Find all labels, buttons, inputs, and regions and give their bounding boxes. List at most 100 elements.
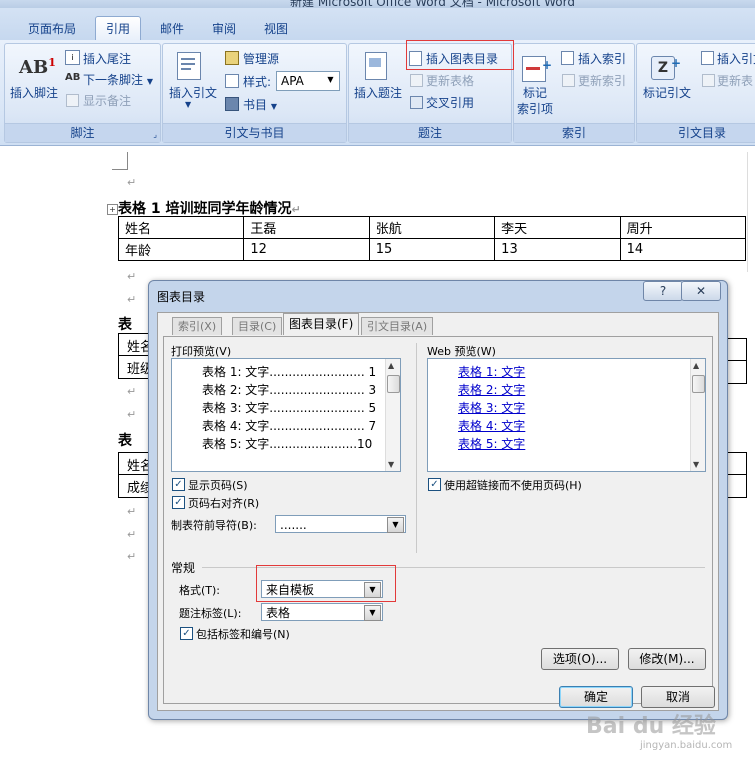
tab-leader-select[interactable]: ....... ▼: [275, 515, 406, 533]
scroll-down-icon[interactable]: ▼: [693, 460, 699, 469]
watermark-brand: Bai du 经验: [586, 714, 716, 739]
table-cell[interactable]: 12: [243, 238, 370, 261]
scroll-down-icon[interactable]: ▼: [388, 460, 394, 469]
citations-group: 插入引文 ▼ 管理源 样式: APA ▼ 书目 ▼ 引文与书目: [162, 43, 347, 143]
table-cell[interactable]: 年龄: [117, 238, 245, 261]
table-row: 姓名 王磊 张航 李天 周升: [117, 216, 747, 239]
insert-footnote-button[interactable]: 插入脚注: [10, 84, 58, 101]
right-align-checkbox[interactable]: ✓: [172, 496, 185, 509]
dialog-body: 索引(X) 目录(C) 引文目录(A) 打印预览(V) 表格 1: 文字....…: [157, 312, 719, 711]
caption-label-select[interactable]: 表格 ▼: [261, 603, 383, 621]
chevron-down-icon: ▼: [270, 102, 277, 111]
next-footnote-icon: AB: [65, 72, 81, 83]
update-toa-button[interactable]: 更新表: [717, 72, 753, 89]
scrollbar[interactable]: ▲ ▼: [385, 359, 400, 471]
table3-right-edge: [726, 452, 747, 498]
paragraph-mark: ↵: [127, 408, 137, 421]
preview-row: 表格 1: 文字......................... 1: [202, 365, 377, 379]
table3-caption[interactable]: 表: [118, 430, 132, 450]
margin-marker: [127, 152, 128, 170]
style-label: 样式:: [243, 75, 272, 89]
table2-caption[interactable]: 表: [118, 314, 132, 334]
help-button[interactable]: ?: [643, 281, 683, 301]
general-section-label: 常规: [171, 561, 196, 575]
update-table-button[interactable]: 更新表格: [426, 72, 474, 89]
update-index-button[interactable]: 更新索引: [578, 72, 626, 89]
tab-index[interactable]: 索引(X): [172, 317, 223, 335]
index-group: + 标记 索引项 插入索引 更新索引 索引: [513, 43, 635, 143]
scroll-up-icon[interactable]: ▲: [388, 361, 394, 370]
table-of-figures-dialog: 图表目录 ? ✕ 索引(X) 目录(C) 引文目录(A) 打印预览(V) 表格 …: [148, 280, 728, 720]
use-hyperlinks-checkbox[interactable]: ✓: [428, 478, 441, 491]
window-title: 新建 Microsoft Office Word 文档 - Microsoft …: [290, 0, 575, 8]
insert-caption-button[interactable]: 插入题注: [354, 84, 402, 101]
highlight-format-select: [256, 565, 396, 602]
tab-toc[interactable]: 目录(C): [232, 317, 283, 335]
insert-citation-button[interactable]: 插入引文: [169, 84, 217, 101]
table-row: 年龄 12 15 13 14: [117, 238, 747, 261]
chevron-down-icon: ▼: [185, 100, 192, 109]
bibliography-icon: [225, 97, 239, 111]
manage-sources-button[interactable]: 管理源: [243, 50, 279, 67]
table-cell[interactable]: 15: [368, 238, 496, 261]
tab-mailings[interactable]: 邮件: [160, 20, 184, 37]
mark-citation-button[interactable]: 标记引文: [643, 84, 691, 101]
cross-reference-button[interactable]: 交叉引用: [426, 94, 474, 111]
ribbon-tab-strip: 页面布局 引用 邮件 审阅 视图: [0, 8, 755, 43]
close-button[interactable]: ✕: [681, 281, 721, 301]
chevron-down-icon: ▼: [387, 517, 404, 533]
toa-group: Z + 标记引文 插入引文 更新表 引文目录: [636, 43, 755, 143]
table-move-handle-icon[interactable]: +: [107, 204, 118, 215]
scroll-thumb[interactable]: [387, 375, 400, 393]
show-page-numbers-checkbox[interactable]: ✓: [172, 478, 185, 491]
table-cell[interactable]: 姓名: [117, 216, 245, 239]
preview-link: 表格 3: 文字: [458, 401, 526, 415]
options-button[interactable]: 选项(O)...: [541, 648, 619, 670]
next-footnote-button[interactable]: 下一条脚注 ▼: [83, 71, 153, 88]
table-cell[interactable]: 张航: [368, 216, 496, 239]
scroll-up-icon[interactable]: ▲: [693, 361, 699, 370]
tab-review[interactable]: 审阅: [212, 20, 236, 37]
cancel-button[interactable]: 取消: [641, 686, 715, 708]
update-toa-icon: [702, 74, 715, 87]
preview-link: 表格 1: 文字: [458, 365, 526, 379]
bibliography-label: 书目: [243, 98, 268, 112]
style-select[interactable]: APA ▼: [276, 71, 340, 91]
tab-table-of-figures[interactable]: 图表目录(F): [283, 313, 360, 335]
table-cell[interactable]: 14: [619, 238, 747, 261]
preview-link: 表格 5: 文字: [458, 437, 526, 451]
table1-caption[interactable]: 表格 1 培训班同学年龄情况↵: [118, 198, 301, 218]
scrollbar[interactable]: ▲ ▼: [690, 359, 705, 471]
style-icon: [225, 74, 239, 88]
bibliography-button[interactable]: 书目 ▼: [243, 96, 277, 113]
ok-button[interactable]: 确定: [559, 686, 633, 708]
tab-toa[interactable]: 引文目录(A): [361, 317, 434, 335]
show-notes-button[interactable]: 显示备注: [83, 92, 131, 109]
show-notes-icon: [66, 94, 79, 107]
table-cell[interactable]: 王磊: [243, 216, 370, 239]
endnote-icon: i: [65, 50, 80, 65]
tab-page-layout[interactable]: 页面布局: [28, 20, 76, 37]
scroll-thumb[interactable]: [692, 375, 705, 393]
insert-index-button[interactable]: 插入索引: [578, 50, 626, 67]
insert-toa-button[interactable]: 插入引文: [717, 50, 755, 67]
tab-references[interactable]: 引用: [95, 16, 142, 43]
footnote-icon: AB1: [19, 56, 56, 78]
modify-button[interactable]: 修改(M)...: [628, 648, 706, 670]
tab-view[interactable]: 视图: [264, 20, 288, 37]
table1-caption-text: 表格 1 培训班同学年龄情况: [118, 201, 292, 217]
table-cell[interactable]: 周升: [619, 216, 747, 239]
dialog-title: 图表目录: [157, 290, 206, 304]
paragraph-mark: ↵: [127, 528, 137, 541]
include-label-checkbox[interactable]: ✓: [180, 627, 193, 640]
mark-entry-button-line1[interactable]: 标记: [523, 84, 547, 101]
table2-right-edge: [726, 338, 747, 384]
mark-entry-button-line2[interactable]: 索引项: [517, 100, 553, 117]
table-cell[interactable]: 13: [494, 238, 621, 261]
dialog-launcher-icon[interactable]: ⌟: [153, 130, 157, 139]
table-cell[interactable]: 李天: [494, 216, 621, 239]
table1[interactable]: 姓名 王磊 张航 李天 周升 年龄 12 15 13 14: [117, 216, 747, 261]
print-preview-box: 表格 1: 文字......................... 1 表格 2…: [171, 358, 401, 472]
insert-endnote-button[interactable]: 插入尾注: [83, 50, 131, 67]
chevron-down-icon: ▼: [146, 77, 153, 86]
